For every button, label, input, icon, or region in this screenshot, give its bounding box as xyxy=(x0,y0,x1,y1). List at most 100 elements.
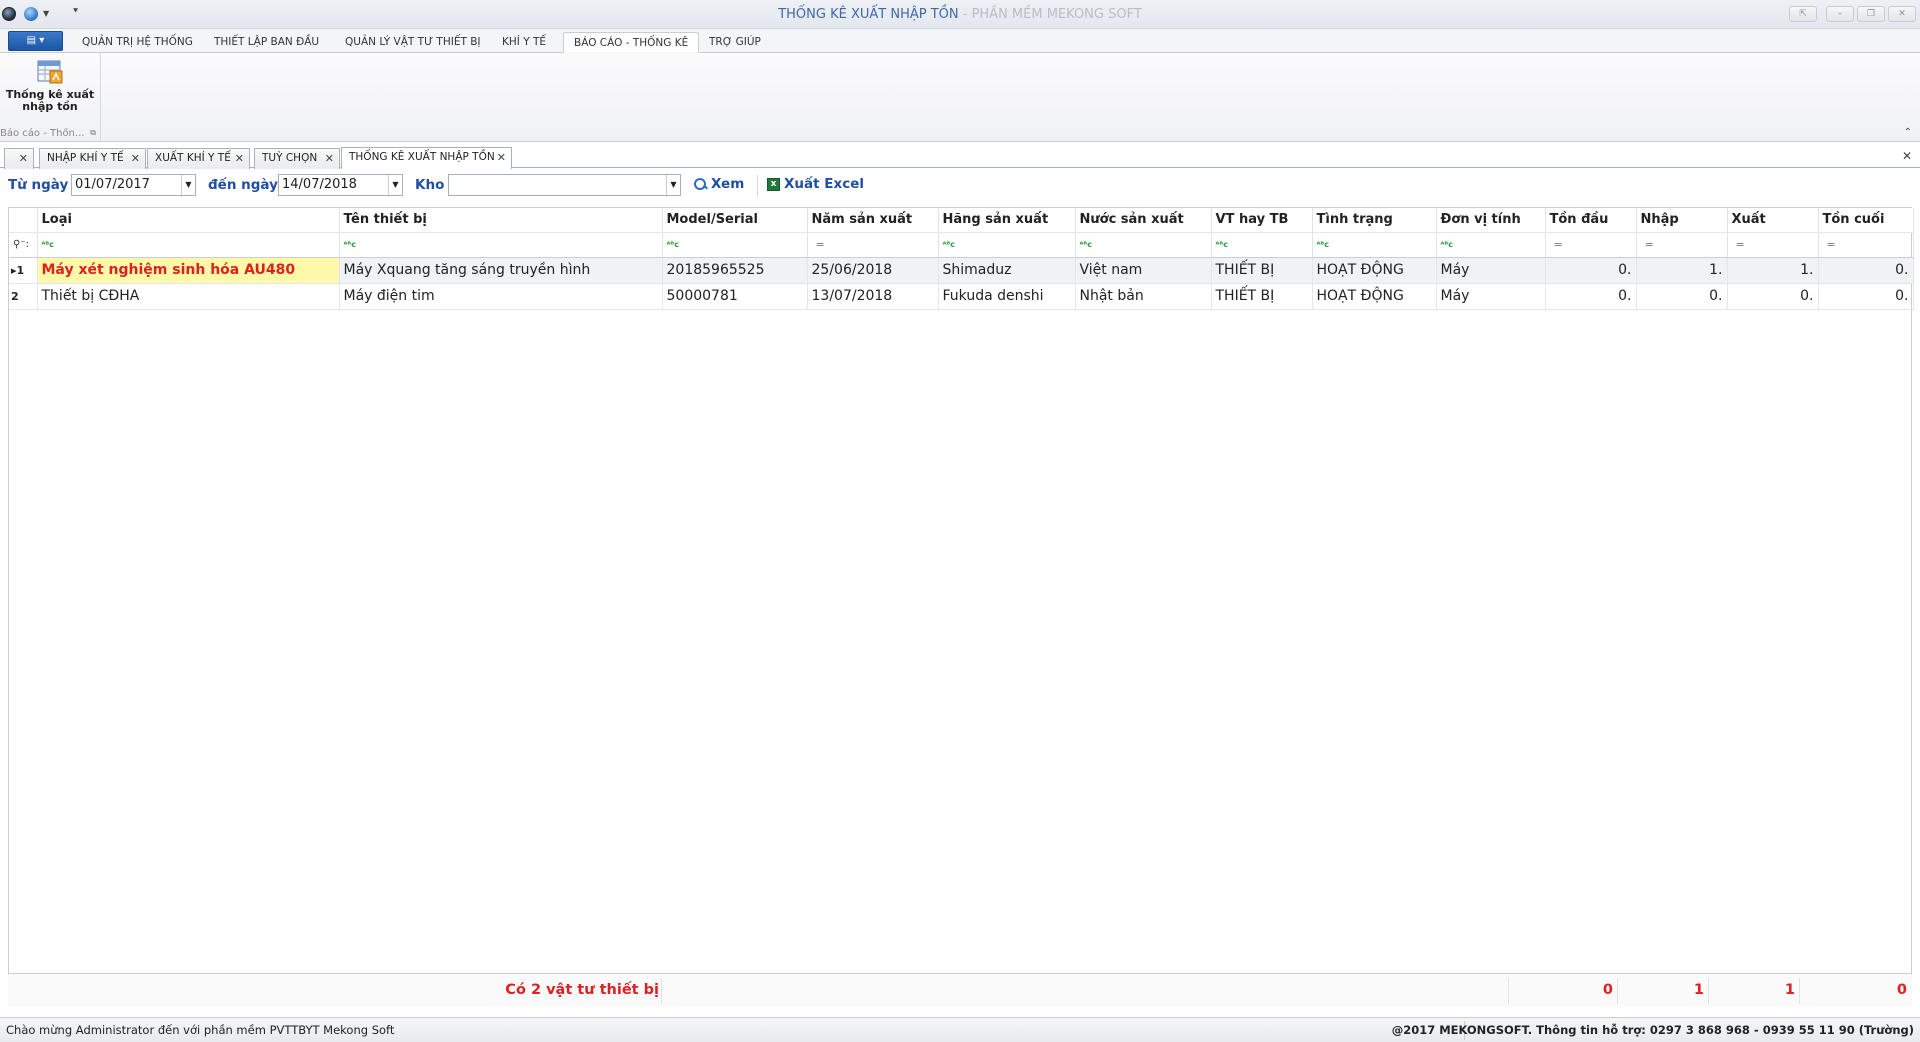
close-icon[interactable]: ✕ xyxy=(325,149,334,168)
to-date-input[interactable]: 14/07/2018 ▼ xyxy=(278,174,403,196)
column-header[interactable]: Tên thiết bị xyxy=(339,208,663,233)
cell-ton-dau[interactable]: 0. xyxy=(1545,283,1637,310)
minimize-button[interactable]: – xyxy=(1826,6,1854,22)
column-header[interactable]: Model/Serial xyxy=(662,208,808,233)
ribbon-group-bao-cao: Thống kê xuất nhập tồn Báo cáo - Thốn...… xyxy=(0,53,101,141)
column-header[interactable]: Nước sản xuất xyxy=(1075,208,1212,233)
column-header[interactable]: Hãng sản xuất xyxy=(938,208,1076,233)
tab-khi-y-te[interactable]: KHÍ Y TẾ xyxy=(492,32,556,53)
column-header[interactable]: Nhập xyxy=(1636,208,1728,233)
cell-don-vi-tinh[interactable]: Máy xyxy=(1436,283,1546,310)
close-icon[interactable]: ✕ xyxy=(19,149,28,168)
group-launcher-icon[interactable]: ⧉ xyxy=(90,128,96,138)
cell-nam-san-xuat[interactable]: 25/06/2018 xyxy=(807,257,939,284)
cell-ten-thiet-bi[interactable]: Máy Xquang tăng sáng truyền hình xyxy=(339,257,663,284)
cell-ton-cuoi[interactable]: 0. xyxy=(1818,257,1914,284)
chevron-down-icon[interactable]: ▼ xyxy=(181,175,195,195)
filter-cell[interactable]: ᴬᴮc xyxy=(938,232,1076,258)
cell-tinh-trang[interactable]: HOẠT ĐỘNG xyxy=(1312,257,1437,284)
filter-cell[interactable]: = xyxy=(1818,232,1914,258)
cell-loai[interactable]: Máy xét nghiệm sinh hóa AU480 xyxy=(37,257,340,284)
to-date-label: đến ngày xyxy=(208,177,278,193)
cell-vt-hay-tb[interactable]: THIẾT BỊ xyxy=(1211,283,1313,310)
cell-ten-thiet-bi[interactable]: Máy điện tim xyxy=(339,283,663,310)
column-header[interactable]: Loại xyxy=(37,208,340,233)
tab-tro-giup[interactable]: TRỢ GIÚP xyxy=(699,32,771,53)
doc-tab-nhap-khi-y-te[interactable]: NHẬP KHÍ Y TẾ ✕ xyxy=(39,148,146,169)
cell-xuat[interactable]: 1. xyxy=(1727,257,1819,284)
close-all-tabs-icon[interactable]: ✕ xyxy=(1902,149,1912,163)
filter-cell[interactable]: ᴬᴮc xyxy=(1211,232,1313,258)
column-header[interactable]: Năm sản xuất xyxy=(807,208,939,233)
cell-hang-san-xuat[interactable]: Fukuda denshi xyxy=(938,283,1076,310)
contains-filter-icon: ᴬᴮc xyxy=(1316,239,1329,249)
warehouse-select[interactable]: ▼ xyxy=(448,174,681,196)
chevron-down-icon[interactable]: ▼ xyxy=(666,175,680,195)
cell-xuat[interactable]: 0. xyxy=(1727,283,1819,310)
close-button[interactable]: ✕ xyxy=(1888,6,1916,22)
filter-cell[interactable]: ᴬᴮc xyxy=(1312,232,1437,258)
column-header[interactable]: VT hay TB xyxy=(1211,208,1313,233)
cell-nhap[interactable]: 0. xyxy=(1636,283,1728,310)
filter-cell[interactable]: = xyxy=(1636,232,1728,258)
collapse-ribbon-icon[interactable]: ⌃ xyxy=(1904,127,1912,138)
cell-ton-dau[interactable]: 0. xyxy=(1545,257,1637,284)
cell-nuoc-san-xuat[interactable]: Nhật bản xyxy=(1075,283,1212,310)
chevron-down-icon[interactable]: ▼ xyxy=(388,175,402,195)
doc-tab-tuy-chon[interactable]: TUỲ CHỌN ✕ xyxy=(254,148,340,169)
cell-don-vi-tinh[interactable]: Máy xyxy=(1436,257,1546,284)
doc-tab-xuat-khi-y-te[interactable]: XUẤT KHÍ Y TẾ ✕ xyxy=(147,148,250,169)
doc-tab-blank[interactable]: ✕ xyxy=(4,148,34,169)
cell-hang-san-xuat[interactable]: Shimaduz xyxy=(938,257,1076,284)
column-header[interactable]: Tồn đầu xyxy=(1545,208,1637,233)
filter-cell[interactable]: ᴬᴮc xyxy=(662,232,808,258)
sum-nhap: 1 xyxy=(1693,982,1704,998)
tab-quan-ly-vat-tu[interactable]: QUẢN LÝ VẬT TƯ THIẾT BỊ xyxy=(335,32,491,53)
contains-filter-icon: ᴬᴮc xyxy=(343,239,356,249)
cell-nuoc-san-xuat[interactable]: Việt nam xyxy=(1075,257,1212,284)
app-menu-button[interactable]: ▤ ▾ xyxy=(8,31,63,51)
cell-model-serial[interactable]: 50000781 xyxy=(662,283,808,310)
tab-bao-cao-thong-ke[interactable]: BÁO CÁO - THỐNG KÊ xyxy=(563,32,700,53)
filter-cell[interactable]: ᴬᴮc xyxy=(37,232,340,258)
column-header[interactable]: Tình trạng xyxy=(1312,208,1437,233)
filter-cell[interactable]: ᴬᴮc xyxy=(339,232,663,258)
close-icon[interactable]: ✕ xyxy=(131,149,140,168)
row-indicator[interactable]: ▸1 xyxy=(9,257,38,284)
table-row[interactable]: ▸1 Máy xét nghiệm sinh hóa AU480 Máy Xqu… xyxy=(9,257,1914,284)
tab-quan-tri-he-thong[interactable]: QUẢN TRỊ HỆ THỐNG xyxy=(72,32,203,53)
contains-filter-icon: ᴬᴮc xyxy=(41,239,54,249)
row-indicator[interactable]: 2 xyxy=(9,283,38,310)
data-grid[interactable]: Loại Tên thiết bị Model/Serial Năm sản x… xyxy=(8,207,1914,1007)
table-row[interactable]: 2 Thiết bị CĐHA Máy điện tim 50000781 13… xyxy=(9,283,1914,310)
close-icon[interactable]: ✕ xyxy=(497,148,506,167)
from-date-input[interactable]: 01/07/2017 ▼ xyxy=(71,174,196,196)
welcome-message: Chào mừng Administrator đến với phần mềm… xyxy=(6,1023,395,1037)
column-header[interactable]: Xuất xyxy=(1727,208,1819,233)
filter-cell[interactable]: = xyxy=(807,232,939,258)
doc-tab-thong-ke-xuat-nhap-ton[interactable]: THỐNG KÊ XUẤT NHẬP TỒN ✕ xyxy=(341,147,512,169)
export-excel-button[interactable]: x Xuất Excel xyxy=(767,176,864,192)
auto-filter-row[interactable]: ⚲⁻: ᴬᴮc ᴬᴮc ᴬᴮc = ᴬᴮc ᴬᴮc ᴬᴮc ᴬᴮc ᴬᴮc = … xyxy=(9,232,1914,258)
cell-ton-cuoi[interactable]: 0. xyxy=(1818,283,1914,310)
thong-ke-xuat-nhap-ton-button[interactable]: Thống kê xuất nhập tồn xyxy=(2,58,98,113)
close-icon[interactable]: ✕ xyxy=(235,149,244,168)
filter-cell[interactable]: = xyxy=(1545,232,1637,258)
filter-cell[interactable]: ᴬᴮc xyxy=(1075,232,1212,258)
status-bar: Chào mừng Administrator đến với phần mềm… xyxy=(0,1017,1920,1042)
cell-loai[interactable]: Thiết bị CĐHA xyxy=(37,283,340,310)
cell-nhap[interactable]: 1. xyxy=(1636,257,1728,284)
restore-layout-button[interactable]: ⇱ xyxy=(1789,6,1817,22)
excel-icon: x xyxy=(767,177,780,191)
cell-nam-san-xuat[interactable]: 13/07/2018 xyxy=(807,283,939,310)
cell-model-serial[interactable]: 20185965525 xyxy=(662,257,808,284)
view-button[interactable]: Xem xyxy=(694,176,744,192)
column-header[interactable]: Đơn vị tính xyxy=(1436,208,1546,233)
filter-cell[interactable]: = xyxy=(1727,232,1819,258)
maximize-button[interactable]: ❐ xyxy=(1857,6,1885,22)
cell-tinh-trang[interactable]: HOẠT ĐỘNG xyxy=(1312,283,1437,310)
column-header[interactable]: Tồn cuối xyxy=(1818,208,1914,233)
tab-thiet-lap-ban-dau[interactable]: THIẾT LẬP BAN ĐẦU xyxy=(204,32,329,53)
filter-cell[interactable]: ᴬᴮc xyxy=(1436,232,1546,258)
cell-vt-hay-tb[interactable]: THIẾT BỊ xyxy=(1211,257,1313,284)
